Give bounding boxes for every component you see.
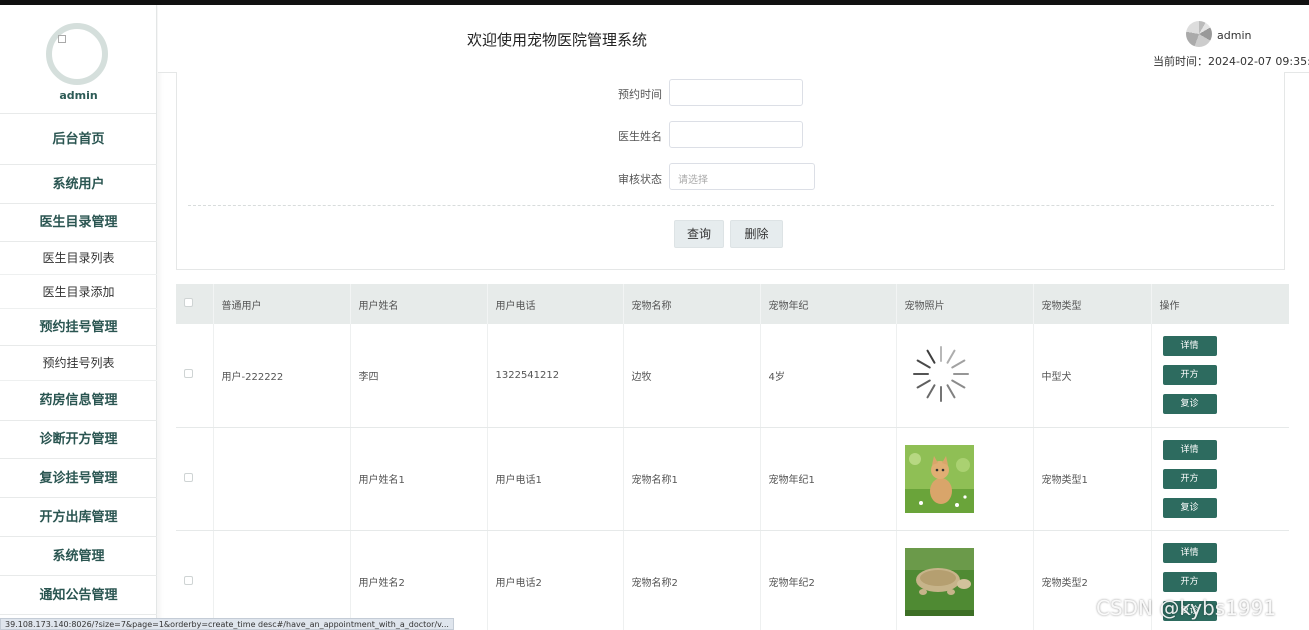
appointment-time-input[interactable] (669, 79, 803, 106)
cell-pet-age: 宠物年纪2 (760, 530, 897, 630)
pet-photo-turtle (904, 547, 974, 616)
cell-pet-type: 中型犬 (1033, 324, 1152, 428)
cell-name: 用户姓名2 (350, 530, 488, 630)
cell-phone: 1322541212 (487, 324, 624, 428)
review-status-label: 审核状态 (618, 173, 662, 186)
cell-pet-photo (896, 530, 1034, 630)
row-checkbox[interactable] (184, 472, 193, 482)
detail-button[interactable]: 详情 (1162, 542, 1217, 563)
cell-pet-photo (896, 427, 1034, 531)
sidebar: admin 后台首页 系统用户 医生目录管理 医生目录列表 医生目录添加 预约挂号管理 预约… (0, 5, 157, 630)
sidebar-item-menu[interactable]: 复诊挂号管理 (0, 459, 157, 498)
cell-pet-age: 4岁 (760, 324, 897, 428)
sidebar-item-menu[interactable]: 系统管理 (0, 537, 157, 576)
sidebar-item-menu[interactable]: 系统用户 (0, 165, 157, 204)
detail-button[interactable]: 详情 (1162, 439, 1217, 460)
column-header: 宠物类型 (1033, 284, 1152, 324)
select-all-cell (176, 284, 214, 324)
action-group: 详情 开方 复诊 (1160, 439, 1289, 518)
doctor-name-input[interactable] (669, 121, 803, 148)
doctor-name-label: 医生姓名 (618, 130, 662, 143)
table-row: 用户-222222 李四 1322541212 边牧 4岁 中型犬 详情开方复诊 (176, 324, 1289, 428)
select-all-checkbox[interactable] (184, 298, 193, 307)
divider (188, 205, 1274, 206)
cell-pet-type: 宠物类型1 (1033, 427, 1152, 531)
appointment-time-label: 预约时间 (618, 88, 662, 101)
query-button[interactable]: 查询 (674, 220, 724, 248)
broken-image-icon (58, 35, 66, 43)
sidebar-item-menu[interactable]: 诊断开方管理 (0, 421, 157, 459)
cell-user (213, 427, 351, 531)
revisit-button[interactable]: 复诊 (1162, 394, 1217, 415)
review-status-select[interactable]: 请选择 (669, 163, 815, 190)
sidebar-item-submenu[interactable]: 医生目录列表 (0, 242, 157, 275)
sidebar-item-submenu[interactable]: 预约挂号列表 (0, 346, 157, 381)
sidebar-item-menu[interactable]: 医生目录管理 (0, 204, 157, 242)
sidebar-item-menu[interactable]: 药房信息管理 (0, 381, 157, 421)
cell-pet-name: 宠物名称2 (623, 530, 761, 630)
sidebar-menu: 后台首页 系统用户 医生目录管理 医生目录列表 医生目录添加 预约挂号管理 预约挂号列表 药房… (0, 114, 157, 615)
detail-button[interactable]: 详情 (1162, 336, 1217, 357)
pet-photo-kitten (904, 444, 974, 513)
row-checkbox[interactable] (184, 369, 193, 379)
user-avatar[interactable] (1186, 21, 1212, 47)
delete-button[interactable]: 删除 (730, 220, 783, 248)
cell-pet-age: 宠物年纪1 (760, 427, 897, 531)
avatar (46, 23, 108, 85)
watermark: CSDN @kybs1991 (1096, 596, 1277, 620)
cell-phone: 用户电话1 (487, 427, 624, 531)
row-select-cell (176, 427, 214, 531)
search-panel: 预约时间 医生姓名 审核状态 请选择 查询 删除 (176, 72, 1285, 270)
cell-user: 用户-222222 (213, 324, 351, 428)
header: 欢迎使用宠物医院管理系统 admin 当前时间：2024-02-07 09:35… (158, 5, 1309, 73)
cell-name: 用户姓名1 (350, 427, 488, 531)
user-name[interactable]: admin (1217, 29, 1251, 42)
cell-phone: 用户电话2 (487, 530, 624, 630)
row-checkbox[interactable] (184, 575, 193, 585)
sidebar-item-menu[interactable]: 后台首页 (0, 114, 157, 165)
column-header: 操作 (1151, 284, 1289, 324)
table-header-row: 普通用户 用户姓名 用户电话 宠物名称 宠物年纪 宠物照片 宠物类型 操作 (176, 284, 1289, 324)
sidebar-item-menu[interactable]: 通知公告管理 (0, 576, 157, 615)
cell-user (213, 530, 351, 630)
current-time: 当前时间：2024-02-07 09:35:25 (1153, 55, 1309, 68)
row-select-cell (176, 324, 214, 428)
prescribe-button[interactable]: 开方 (1162, 365, 1217, 386)
page-title: 欢迎使用宠物医院管理系统 (467, 31, 648, 49)
column-header: 用户姓名 (350, 284, 488, 324)
profile-name: admin (59, 89, 98, 102)
data-table: 普通用户 用户姓名 用户电话 宠物名称 宠物年纪 宠物照片 宠物类型 操作 用户-222222… (176, 284, 1289, 630)
column-header: 宠物名称 (623, 284, 761, 324)
sidebar-item-menu[interactable]: 开方出库管理 (0, 498, 157, 537)
cell-pet-name: 边牧 (623, 324, 761, 428)
row-select-cell (176, 530, 214, 630)
column-header: 宠物照片 (896, 284, 1034, 324)
status-bar-url: 39.108.173.140:8026/?size=7&page=1&order… (0, 618, 454, 630)
sidebar-item-menu[interactable]: 预约挂号管理 (0, 309, 157, 346)
cell-actions: 详情 开方 复诊 (1151, 324, 1289, 428)
column-header: 宠物年纪 (760, 284, 897, 324)
prescribe-button[interactable]: 开方 (1162, 468, 1217, 489)
loading-spinner-icon (912, 345, 969, 402)
table-row: 用户姓名1 用户电话1 宠物名称1 宠物年纪1 宠物类型1 详情 开方 复诊 (176, 427, 1289, 531)
cell-actions: 详情 开方 复诊 (1151, 427, 1289, 531)
cell-pet-name: 宠物名称1 (623, 427, 761, 531)
column-header: 用户电话 (487, 284, 624, 324)
cell-pet-photo (896, 324, 1034, 428)
action-group: 详情 开方 复诊 (1160, 336, 1289, 415)
sidebar-item-submenu[interactable]: 医生目录添加 (0, 275, 157, 309)
sidebar-profile: admin (0, 5, 156, 114)
column-header: 普通用户 (213, 284, 351, 324)
revisit-button[interactable]: 复诊 (1162, 497, 1217, 518)
cell-name: 李四 (350, 324, 488, 428)
prescribe-button[interactable]: 开方 (1162, 571, 1217, 592)
